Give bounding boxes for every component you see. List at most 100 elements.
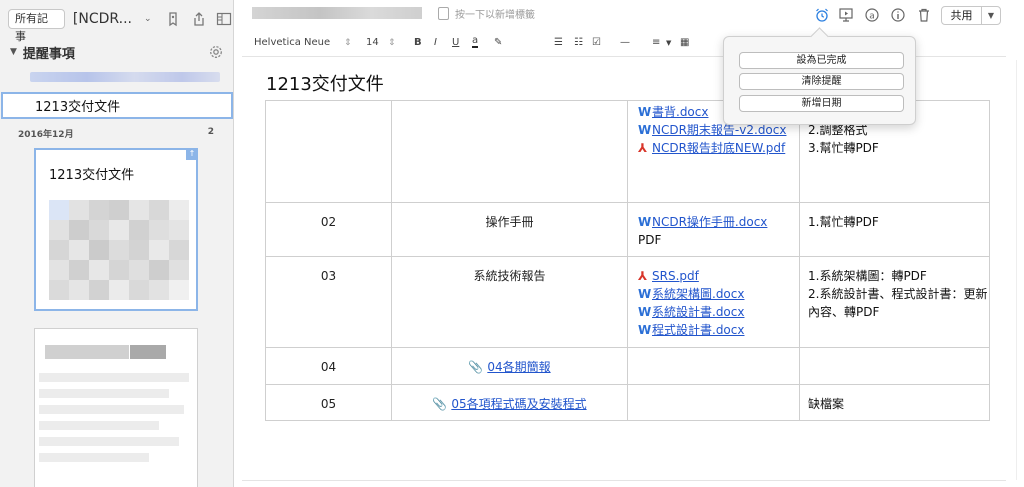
table-cell-num: 04: [265, 347, 392, 385]
table-cell-name: 操作手冊: [391, 202, 628, 257]
view-toggle-icon[interactable]: [214, 9, 234, 29]
font-family-select[interactable]: Helvetica Neue: [254, 33, 330, 53]
presentation-icon[interactable]: [836, 5, 856, 25]
tag-icon[interactable]: [163, 9, 183, 29]
note-text: 缺檔案: [808, 397, 845, 411]
reminders-header[interactable]: ▼ 提醒事項: [0, 40, 234, 64]
checkbox-icon[interactable]: ☑: [592, 33, 601, 53]
font-size-select[interactable]: 14: [366, 33, 379, 53]
paperclip-icon: 📎: [468, 360, 484, 374]
note-list-toolbar: 所有記事 [NCDR... ⌄: [0, 0, 234, 43]
add-date-button[interactable]: 新增日期: [739, 95, 904, 112]
note-text: 1.幫忙轉PDF: [808, 215, 879, 229]
align-dropdown-icon[interactable]: ▼: [666, 33, 671, 53]
table-cell-num: 03: [265, 256, 392, 348]
table-cell-notes: 1.幫忙轉PDF: [799, 202, 990, 257]
word-file-icon: W: [638, 305, 652, 319]
table-cell-notes: 1.系統架構圖：轉PDF 2.系統設計書、程式設計書：更新內容、轉PDF: [799, 256, 990, 348]
word-file-icon: W: [638, 323, 652, 337]
tag-hint-text: 按一下以新增標籤: [455, 10, 535, 21]
file-extra-text: PDF: [638, 233, 662, 247]
share-icon[interactable]: [189, 9, 209, 29]
note-title-field-blurred[interactable]: [252, 7, 422, 19]
table-cell-files: [627, 384, 800, 421]
word-file-icon: W: [638, 287, 652, 301]
file-name: NCDR期末報告-v2.docx: [652, 123, 787, 137]
gear-icon[interactable]: [208, 44, 224, 60]
table-cell-name: [391, 100, 628, 203]
mark-done-button[interactable]: 設為已完成: [739, 52, 904, 69]
collapse-arrow-icon[interactable]: ▼: [10, 47, 17, 57]
at-icon[interactable]: a: [862, 5, 882, 25]
table-cell-notes: 缺檔案: [799, 384, 990, 421]
table-cell-files: ⅄ SRS.pdf W系統架構圖.docx W系統設計書.docx W程式設計書.…: [627, 256, 800, 348]
bullet-list-icon[interactable]: ☰: [554, 33, 563, 53]
table-icon[interactable]: ▦: [680, 33, 689, 53]
note-card-title-blurred-2: [130, 345, 166, 359]
info-icon[interactable]: [888, 5, 908, 25]
note-card-title-blurred: [45, 345, 129, 359]
horizontal-rule-icon[interactable]: —: [620, 33, 630, 53]
highlight-icon[interactable]: ✎: [494, 33, 502, 53]
scrollbar[interactable]: [1016, 60, 1017, 480]
italic-button[interactable]: I: [434, 33, 437, 53]
row-name: 系統技術報告: [473, 269, 546, 283]
bold-button[interactable]: B: [414, 33, 422, 53]
all-notes-button[interactable]: 所有記事: [8, 9, 65, 43]
reminder-popover: 設為已完成 清除提醒 新增日期: [723, 36, 916, 125]
table-cell-name: 系統技術報告: [391, 256, 628, 348]
table-cell-num: 05: [265, 384, 392, 421]
table-cell-num: [265, 100, 392, 203]
text-color-button[interactable]: a: [472, 33, 479, 48]
note-thumbnail: [49, 200, 189, 300]
note-text: 2.系統設計書、程式設計書：更新內容、轉PDF: [808, 287, 988, 319]
table-cell-notes: [799, 347, 990, 385]
table-row: 03 系統技術報告 ⅄ SRS.pdf W系統架構圖.docx W系統設計書.do…: [265, 256, 990, 348]
trash-icon[interactable]: [914, 5, 934, 25]
notebook-selector[interactable]: [NCDR...: [73, 11, 132, 27]
word-file-icon: W: [638, 215, 652, 229]
svg-text:a: a: [869, 12, 875, 22]
attachment-link[interactable]: 05各項程式碼及安裝程式: [451, 397, 586, 411]
deliverables-table: W書背.docx WNCDR期末報告-v2.docx ⅄ NCDR報告封底NEW.…: [265, 100, 990, 421]
size-select-stepper-icon[interactable]: ⇕: [388, 33, 396, 53]
table-cell-files: [627, 347, 800, 385]
file-link[interactable]: W系統設計書.docx: [638, 303, 799, 321]
word-file-icon: W: [638, 105, 652, 119]
note-title[interactable]: 1213交付文件: [266, 70, 384, 96]
numbered-list-icon[interactable]: ☷: [574, 33, 583, 53]
file-link[interactable]: WNCDR操作手冊.docx: [638, 213, 799, 231]
table-cell-name: 📎 05各項程式碼及安裝程式: [391, 384, 628, 421]
align-icon[interactable]: ≡: [652, 33, 660, 53]
chevron-down-icon[interactable]: ⌄: [138, 9, 158, 29]
file-link[interactable]: W程式設計書.docx: [638, 321, 799, 339]
chevron-down-icon[interactable]: ▼: [982, 7, 1000, 24]
attachment-link[interactable]: 04各期簡報: [487, 360, 550, 374]
editor-bottom-divider: [242, 480, 1006, 481]
reminder-item-selected[interactable]: 1213交付文件: [1, 92, 233, 119]
file-name: 書背.docx: [652, 105, 709, 119]
file-link[interactable]: ⅄ SRS.pdf: [638, 267, 799, 285]
reminder-item-blurred[interactable]: [30, 72, 220, 82]
month-label: 2016年12月: [18, 130, 74, 140]
file-link[interactable]: W系統架構圖.docx: [638, 285, 799, 303]
underline-button[interactable]: U: [452, 33, 459, 53]
table-row: 05 📎 05各項程式碼及安裝程式 缺檔案: [265, 384, 990, 421]
file-name: 系統架構圖.docx: [652, 287, 745, 301]
file-name: SRS.pdf: [652, 269, 699, 283]
note-card-selected[interactable]: ↑ 1213交付文件: [34, 148, 198, 311]
table-cell-name: 📎 04各期簡報: [391, 347, 628, 385]
file-name: 系統設計書.docx: [652, 305, 745, 319]
clear-reminder-button[interactable]: 清除提醒: [739, 73, 904, 90]
reminder-corner-icon: ↑: [186, 148, 198, 160]
pdf-file-icon: ⅄: [638, 141, 648, 155]
table-cell-files: WNCDR操作手冊.docx PDF: [627, 202, 800, 257]
reminders-title: 提醒事項: [22, 46, 75, 62]
alarm-icon[interactable]: [812, 5, 832, 25]
share-button[interactable]: 共用 ▼: [941, 6, 1001, 25]
file-name: NCDR報告封底NEW.pdf: [652, 141, 786, 155]
note-card[interactable]: [34, 328, 198, 487]
tag-hint[interactable]: 按一下以新增標籤: [438, 6, 535, 21]
file-link[interactable]: ⅄ NCDR報告封底NEW.pdf: [638, 139, 799, 157]
font-select-stepper-icon[interactable]: ⇕: [344, 33, 352, 53]
